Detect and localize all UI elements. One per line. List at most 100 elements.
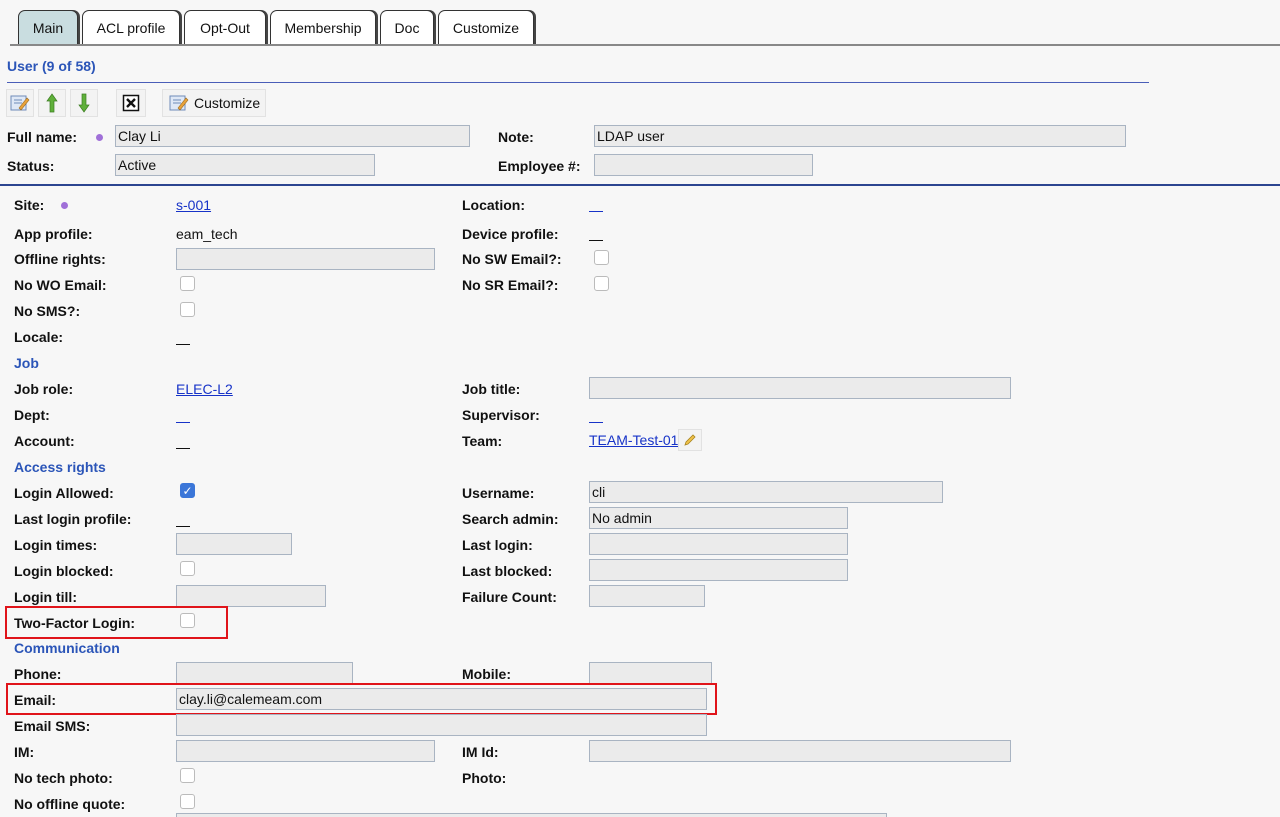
status-label: Status: xyxy=(7,158,55,174)
no-sr-email-checkbox[interactable] xyxy=(594,276,609,291)
customize-label: Customize xyxy=(194,95,261,111)
job-role-label: Job role: xyxy=(14,381,74,397)
username-label: Username: xyxy=(462,485,535,501)
login-blocked-checkbox[interactable] xyxy=(180,561,195,576)
employee-number-input[interactable] xyxy=(594,154,813,176)
search-admin-label: Search admin: xyxy=(462,511,559,527)
edit-form-icon xyxy=(10,94,30,112)
tab-doc[interactable]: Doc xyxy=(380,10,434,44)
login-blocked-label: Login blocked: xyxy=(14,563,114,579)
im-id-label: IM Id: xyxy=(462,744,499,760)
account-value xyxy=(176,448,190,449)
last-blocked-input[interactable] xyxy=(589,559,848,581)
previous-record-button[interactable] xyxy=(38,89,66,117)
required-dot-icon xyxy=(61,202,68,209)
no-tech-photo-label: No tech photo: xyxy=(14,770,113,786)
im-input[interactable] xyxy=(176,740,435,762)
login-times-input[interactable] xyxy=(176,533,292,555)
location-link[interactable] xyxy=(589,211,603,212)
employee-number-label: Employee #: xyxy=(498,158,581,174)
customize-icon xyxy=(169,94,189,112)
required-dot-icon xyxy=(96,134,103,141)
tab-main[interactable]: Main xyxy=(18,10,78,46)
photo-label: Photo: xyxy=(462,770,507,786)
site-link[interactable]: s-001 xyxy=(176,197,211,213)
last-login-label: Last login: xyxy=(462,537,533,553)
no-sr-email-label: No SR Email?: xyxy=(462,277,559,293)
arrow-down-icon xyxy=(78,93,90,113)
arrow-up-icon xyxy=(46,93,58,113)
note-label: Note: xyxy=(498,129,534,145)
pencil-icon xyxy=(683,433,697,447)
title-divider xyxy=(7,82,1149,83)
highlight-box-email xyxy=(6,683,717,715)
highlight-box-two-factor xyxy=(5,606,228,639)
access-rights-heading: Access rights xyxy=(14,459,106,475)
page-title: User (9 of 58) xyxy=(7,58,96,74)
dept-link[interactable] xyxy=(176,422,190,423)
app-profile-label: App profile: xyxy=(14,226,93,242)
site-label: Site: xyxy=(14,197,45,213)
failure-count-input[interactable] xyxy=(589,585,705,607)
no-wo-email-label: No WO Email: xyxy=(14,277,107,293)
login-times-label: Login times: xyxy=(14,537,98,553)
no-tech-photo-checkbox[interactable] xyxy=(180,768,195,783)
team-label: Team: xyxy=(462,433,503,449)
device-profile-value xyxy=(589,240,603,241)
email-sms-input[interactable] xyxy=(176,714,707,736)
login-till-input[interactable] xyxy=(176,585,326,607)
mobile-input[interactable] xyxy=(589,662,712,684)
tab-bar: Main ACL profile Opt-Out Membership Doc … xyxy=(0,0,1280,46)
next-record-button[interactable] xyxy=(70,89,98,117)
location-label: Location: xyxy=(462,197,525,213)
last-login-input[interactable] xyxy=(589,533,848,555)
im-id-input[interactable] xyxy=(589,740,1011,762)
tab-acl-profile[interactable]: ACL profile xyxy=(82,10,180,44)
next-field-partial[interactable] xyxy=(176,813,887,817)
last-login-profile-label: Last login profile: xyxy=(14,511,132,527)
login-till-label: Login till: xyxy=(14,589,77,605)
offline-rights-input[interactable] xyxy=(176,248,435,270)
note-input[interactable] xyxy=(594,125,1126,147)
username-input[interactable] xyxy=(589,481,943,503)
tab-opt-out[interactable]: Opt-Out xyxy=(184,10,266,44)
full-name-input[interactable] xyxy=(115,125,470,147)
phone-label: Phone: xyxy=(14,666,62,682)
no-sms-label: No SMS?: xyxy=(14,303,81,319)
account-label: Account: xyxy=(14,433,75,449)
supervisor-label: Supervisor: xyxy=(462,407,540,423)
phone-input[interactable] xyxy=(176,662,353,684)
no-offline-quote-checkbox[interactable] xyxy=(180,794,195,809)
last-blocked-label: Last blocked: xyxy=(462,563,553,579)
search-admin-input[interactable] xyxy=(589,507,848,529)
no-offline-quote-label: No offline quote: xyxy=(14,796,126,812)
device-profile-label: Device profile: xyxy=(462,226,559,242)
no-wo-email-checkbox[interactable] xyxy=(180,276,195,291)
job-title-label: Job title: xyxy=(462,381,521,397)
locale-label: Locale: xyxy=(14,329,64,345)
no-sw-email-label: No SW Email?: xyxy=(462,251,562,267)
mobile-label: Mobile: xyxy=(462,666,511,682)
edit-team-button[interactable] xyxy=(678,429,702,451)
status-input[interactable] xyxy=(115,154,375,176)
dept-label: Dept: xyxy=(14,407,50,423)
close-record-button[interactable] xyxy=(116,89,146,117)
close-box-icon xyxy=(122,94,140,112)
im-label: IM: xyxy=(14,744,35,760)
header-divider xyxy=(0,184,1280,186)
no-sms-checkbox[interactable] xyxy=(180,302,195,317)
customize-button[interactable]: Customize xyxy=(162,89,266,117)
job-title-input[interactable] xyxy=(589,377,1011,399)
no-sw-email-checkbox[interactable] xyxy=(594,250,609,265)
last-login-profile-value xyxy=(176,526,190,527)
edit-button[interactable] xyxy=(6,89,34,117)
app-profile-value: eam_tech xyxy=(176,226,238,242)
tab-customize[interactable]: Customize xyxy=(438,10,534,44)
failure-count-label: Failure Count: xyxy=(462,589,557,605)
team-link[interactable]: TEAM-Test-01 xyxy=(589,432,678,448)
supervisor-link[interactable] xyxy=(589,422,603,423)
tab-membership[interactable]: Membership xyxy=(270,10,376,44)
job-role-link[interactable]: ELEC-L2 xyxy=(176,381,233,397)
full-name-label: Full name: xyxy=(7,129,78,145)
login-allowed-checkbox[interactable]: ✓ xyxy=(180,483,195,498)
